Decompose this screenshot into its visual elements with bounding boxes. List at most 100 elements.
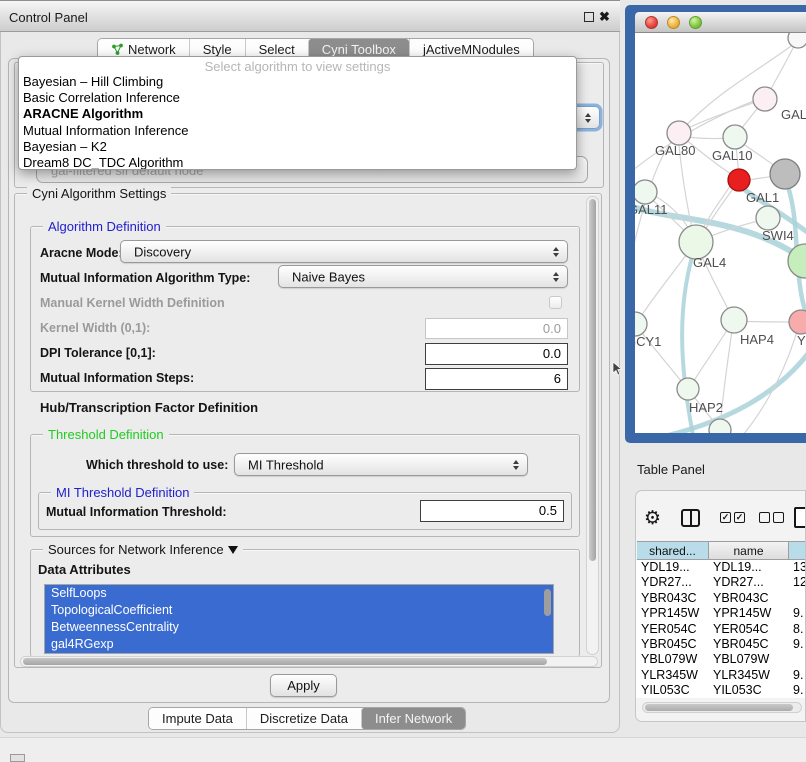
table-cell: YDR27... [641, 575, 692, 590]
algorithm-dropdown-popup: Select algorithm to view settings Bayesi… [18, 56, 577, 170]
zoom-traffic-light-icon[interactable] [689, 16, 702, 29]
mi-threshold-field[interactable]: 0.5 [420, 500, 564, 522]
table-row[interactable]: YIL053CYIL053C9. [636, 683, 806, 698]
settings-vertical-scrollbar[interactable] [586, 196, 599, 655]
algorithm-option[interactable]: Basic Correlation Inference [19, 90, 576, 106]
bottom-strip [0, 737, 806, 762]
network-node-gal4[interactable] [679, 225, 713, 259]
table-panel-window: ⚙ ✓ ✓ shared...name YDL19...YDL19...13YD… [635, 490, 806, 722]
table-cell: YDR27... [713, 575, 764, 590]
close-traffic-light-icon[interactable] [645, 16, 658, 29]
column-header[interactable] [789, 541, 806, 560]
node-label: GAL10 [712, 148, 752, 163]
network-node-gcy1[interactable] [635, 312, 647, 336]
algorithm-option[interactable]: ARACNE Algorithm [19, 106, 576, 122]
algorithm-option[interactable]: Mutual Information Inference [19, 123, 576, 139]
network-window-titlebar[interactable] [635, 12, 806, 33]
table-cell: YPR145W [713, 606, 771, 621]
data-attributes-list[interactable]: SelfLoopsTopologicalCoefficientBetweenne… [44, 584, 554, 654]
table-cell: YER054C [713, 622, 769, 637]
table-horizontal-scrollbar[interactable] [642, 702, 802, 713]
hub-definition-toggle[interactable]: Hub/Transcription Factor Definition [40, 400, 258, 415]
table-panel-title: Table Panel [637, 462, 705, 477]
table-row[interactable]: YBR045CYBR045C9. [636, 637, 806, 652]
manual-kernel-width-label: Manual Kernel Width Definition [40, 296, 225, 310]
mi-steps-field[interactable]: 6 [425, 368, 568, 390]
close-icon[interactable]: ✖ [599, 9, 610, 25]
apply-button[interactable]: Apply [270, 674, 337, 697]
network-node-y[interactable] [789, 310, 806, 334]
float-window-icon[interactable] [584, 12, 594, 22]
network-node[interactable] [788, 33, 806, 48]
node-label: Y [797, 333, 806, 348]
column-header[interactable]: name [709, 541, 789, 560]
column-header[interactable]: shared... [637, 541, 709, 560]
table-cell: YIL053C [641, 683, 690, 698]
table-row[interactable]: YDL19...YDL19...13 [636, 560, 806, 575]
deselect-all-icon[interactable] [759, 512, 770, 523]
network-icon [111, 43, 124, 56]
table-cell: YLR345W [641, 668, 698, 683]
panel-title: Control Panel [9, 10, 88, 25]
network-node-gal[interactable] [753, 87, 777, 111]
algorithm-option[interactable]: Dream8 DC_TDC Algorithm [19, 155, 576, 170]
select-all-icon[interactable]: ✓ [720, 512, 731, 523]
attribute-item[interactable]: SelfLoops [45, 585, 553, 602]
kernel-width-field[interactable]: 0.0 [425, 318, 568, 339]
manual-kernel-width-checkbox[interactable] [549, 296, 562, 309]
dpi-tolerance-label: DPI Tolerance [0,1]: [40, 346, 156, 360]
attribute-item[interactable]: gal4RGexp [45, 636, 553, 653]
aracne-mode-combo[interactable]: Discovery [120, 240, 568, 263]
table-row[interactable]: YPR145WYPR145W9. [636, 606, 806, 621]
threshold-definition-title: Threshold Definition [43, 427, 169, 442]
split-columns-icon[interactable] [681, 509, 700, 527]
network-node-gal11[interactable] [635, 180, 657, 204]
network-node-hap2[interactable] [677, 378, 699, 400]
attribute-item[interactable]: BetweennessCentrality [45, 619, 553, 636]
tab-infer-network[interactable]: Infer Network [361, 708, 465, 729]
table-rows: YDL19...YDL19...13YDR27...YDR27...12YBR0… [636, 560, 806, 698]
list-scrollbar[interactable] [544, 589, 551, 616]
algorithm-option[interactable]: Bayesian – Hill Climbing [19, 74, 576, 90]
minimize-traffic-light-icon[interactable] [667, 16, 680, 29]
collapse-arrow-icon[interactable] [228, 546, 238, 554]
network-node[interactable] [770, 159, 800, 189]
which-threshold-label: Which threshold to use: [86, 458, 228, 472]
table-row[interactable]: YLR345WYLR345W9. [636, 668, 806, 683]
table-cell: YIL053C [713, 683, 762, 698]
combo-arrows-icon [553, 272, 559, 282]
gear-icon[interactable]: ⚙ [644, 505, 661, 531]
which-threshold-combo[interactable]: MI Threshold [234, 453, 528, 476]
document-icon[interactable] [794, 507, 806, 528]
tab-discretize-data[interactable]: Discretize Data [246, 708, 361, 729]
algorithm-option[interactable]: Bayesian – K2 [19, 139, 576, 155]
table-row[interactable]: YBL079WYBL079W [636, 652, 806, 667]
table-cell: 12 [793, 575, 806, 590]
tab-impute-data[interactable]: Impute Data [149, 708, 246, 729]
table-cell: YBL079W [641, 652, 697, 667]
table-cell: YER054C [641, 622, 697, 637]
table-cell: 8. [793, 622, 803, 637]
deselect-all-icon[interactable] [773, 512, 784, 523]
network-node-gal10[interactable] [723, 125, 747, 149]
select-all-icon[interactable]: ✓ [734, 512, 745, 523]
settings-horizontal-scrollbar[interactable] [20, 656, 598, 667]
network-node-gal80[interactable] [667, 121, 691, 145]
table-cell: YBR043C [641, 591, 697, 606]
collapsed-panel-icon[interactable] [10, 754, 25, 762]
network-view-window[interactable]: GALGAL80GAL10GAL1GAL11SWI4GAL4GCY1HAP4YH… [625, 5, 806, 443]
attribute-item[interactable]: TopologicalCoefficient [45, 602, 553, 619]
network-node-gal1[interactable] [728, 169, 750, 191]
sources-title: Sources for Network Inference [43, 542, 243, 557]
network-canvas[interactable]: GALGAL80GAL10GAL1GAL11SWI4GAL4GCY1HAP4YH… [635, 33, 806, 433]
table-row[interactable]: YBR043CYBR043C [636, 591, 806, 606]
network-node-swi4[interactable] [756, 206, 780, 230]
dpi-tolerance-field[interactable]: 0.0 [425, 343, 568, 365]
table-row[interactable]: YER054C YER054C 8. [636, 622, 806, 637]
algorithm-definition-title: Algorithm Definition [43, 219, 166, 234]
mi-algorithm-type-combo[interactable]: Naive Bayes [278, 265, 568, 288]
table-cell: 9. [793, 606, 803, 621]
table-cell: YDL19... [641, 560, 690, 575]
table-row[interactable]: YDR27... YDR27... 12 [636, 575, 806, 590]
network-node-hap4[interactable] [721, 307, 747, 333]
